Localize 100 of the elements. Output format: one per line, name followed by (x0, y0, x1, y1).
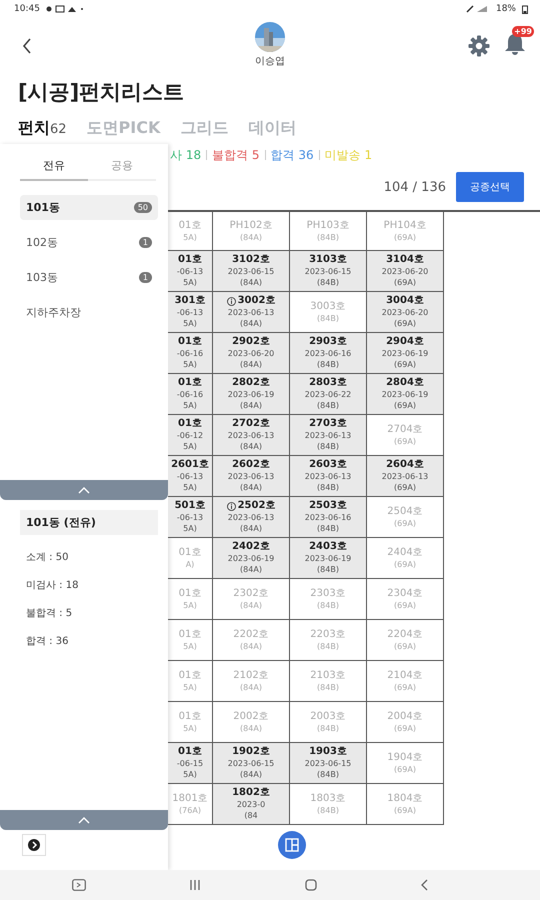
unit-number: 1801호 (172, 792, 208, 804)
unit-type: (69A) (394, 600, 416, 610)
unit-cell[interactable]: 01호 -06-16 5A) (168, 333, 213, 374)
unit-number: 2004호 (387, 710, 423, 722)
unit-number: 2702호 (232, 418, 270, 430)
unit-number: 2902호 (232, 336, 270, 348)
unit-number: 3103호 (309, 254, 347, 266)
inspection-date: 2023-06-19 (228, 553, 274, 564)
inspection-date: 2023-06-15 (304, 758, 352, 769)
recent-screen-icon[interactable] (72, 879, 86, 891)
inspection-date: 2023-06-15 (228, 758, 274, 769)
unit-cell[interactable]: 01호 -06-13 5A) (168, 251, 213, 292)
unit-cell[interactable]: 2702호 2023-06-13 (84A) (213, 415, 290, 456)
inspection-date: 2023-06-20 (382, 266, 428, 277)
unit-number: 1902호 (232, 746, 270, 758)
unit-cell[interactable]: 01호 -06-12 5A) (168, 415, 213, 456)
unit-number: 2502호 (238, 500, 276, 512)
unit-number: 3002호 (238, 295, 276, 307)
unit-cell[interactable]: 2802호 2023-06-19 (84A) (213, 374, 290, 415)
unit-type: (69A) (394, 722, 416, 734)
unit-cell[interactable]: 01호 -06-16 5A) (168, 374, 213, 415)
unit-type: (69A) (394, 277, 416, 288)
unit-type: (84B) (317, 277, 339, 288)
building-item[interactable]: 지하주차장 (20, 300, 158, 325)
unit-type: (84B) (317, 482, 339, 493)
chevron-up-icon (78, 486, 90, 494)
count-badge: 1 (138, 237, 152, 248)
unit-type: 5A) (183, 769, 197, 780)
unit-cell[interactable]: 3004호 2023-06-20 (69A) (367, 292, 444, 333)
unit-type: (69A) (394, 482, 416, 493)
unit-cell[interactable]: 2903호 2023-06-16 (84B) (290, 333, 367, 374)
unit-cell[interactable]: 2703호 2023-06-13 (84B) (290, 415, 367, 456)
unit-type: 5A) (183, 318, 197, 329)
unit-type: (84A) (240, 523, 262, 534)
unit-cell[interactable]: 1802호 2023-0 (84 (213, 784, 290, 825)
recents-icon[interactable] (189, 879, 202, 891)
unit-type: (69A) (394, 558, 416, 570)
unit-number: 2003호 (310, 710, 346, 722)
inspection-date: 2023-06-13 (304, 471, 352, 482)
unit-type: 5A) (183, 232, 197, 242)
unit-number: 2804호 (386, 377, 424, 389)
unit-number: 2904호 (386, 336, 424, 348)
unit-number: 501호 (174, 500, 206, 512)
unit-cell[interactable]: 2804호 2023-06-19 (69A) (367, 374, 444, 415)
unit-number: 01호 (178, 628, 202, 640)
inspection-date: -06-13 (176, 512, 204, 523)
building-item[interactable]: 101동 50 (20, 195, 158, 220)
unit-cell[interactable]: 2803호 2023-06-22 (84B) (290, 374, 367, 415)
unit-cell[interactable]: 1903호 2023-06-15 (84B) (290, 743, 367, 784)
unit-cell[interactable]: 2604호 2023-06-13 (69A) (367, 456, 444, 497)
unit-number: PH102호 (230, 220, 272, 232)
unit-cell[interactable]: 2502호 2023-06-13 (84A) (213, 497, 290, 538)
unit-number: 2803호 (309, 377, 347, 389)
unit-type: (84A) (240, 318, 262, 329)
inspection-date: 2023-06-13 (382, 471, 428, 482)
unit-cell[interactable]: 1902호 2023-06-15 (84A) (213, 743, 290, 784)
home-icon[interactable] (304, 879, 317, 891)
floating-action-button[interactable] (278, 831, 306, 859)
chevron-up-icon (78, 816, 90, 824)
unit-type: (76A) (179, 804, 201, 816)
unit-cell[interactable]: 3002호 2023-06-13 (84A) (213, 292, 290, 333)
unit-type: (69A) (394, 400, 416, 411)
unit-cell[interactable]: 2603호 2023-06-13 (84B) (290, 456, 367, 497)
unit-cell[interactable]: 2601호 -06-13 5A) (168, 456, 213, 497)
summary-line: 소계 : 50 (25, 551, 70, 565)
unit-number: 01호 (178, 746, 202, 758)
unit-number: 2304호 (387, 588, 423, 600)
unit-type: (84A) (240, 359, 262, 370)
expand-button[interactable] (22, 834, 46, 856)
document-icon (285, 838, 299, 852)
unit-cell[interactable]: 3103호 2023-06-15 (84B) (290, 251, 367, 292)
unit-number: 1904호 (387, 752, 423, 764)
unit-number: 2303호 (310, 588, 346, 600)
unit-cell[interactable]: 2503호 2023-06-16 (84B) (290, 497, 367, 538)
unit-type: (84B) (317, 722, 339, 734)
unit-type: 5A) (183, 441, 197, 452)
trade-select-button[interactable]: 공종선택 (456, 172, 524, 202)
building-item[interactable]: 102동 1 (20, 230, 158, 255)
unit-cell[interactable]: 2904호 2023-06-19 (69A) (367, 333, 444, 374)
building-item[interactable]: 103동 1 (20, 265, 158, 290)
unit-cell[interactable]: 2902호 2023-06-20 (84A) (213, 333, 290, 374)
unit-number: 3004호 (386, 295, 424, 307)
unit-type: (84A) (240, 564, 262, 575)
unit-number: 01호 (178, 220, 202, 232)
inspection-date: -06-13 (176, 471, 204, 482)
unit-cell[interactable]: 3104호 2023-06-20 (69A) (367, 251, 444, 292)
unit-cell[interactable]: 301호 -06-13 5A) (168, 292, 213, 333)
back-icon[interactable] (22, 38, 32, 54)
unit-cell[interactable]: 2403호 2023-06-19 (84B) (290, 538, 367, 579)
unit-cell[interactable]: 3102호 2023-06-15 (84A) (213, 251, 290, 292)
back-icon[interactable] (420, 879, 428, 891)
tab[interactable]: 펀치62 (18, 118, 67, 138)
unit-cell[interactable]: 501호 -06-13 5A) (168, 497, 213, 538)
unit-cell[interactable]: 2602호 2023-06-13 (84A) (213, 456, 290, 497)
segment-tab[interactable]: 전유 (20, 152, 88, 181)
unit-cell[interactable]: 01호 -06-15 5A) (168, 743, 213, 784)
inspection-date: -06-15 (176, 758, 204, 769)
unit-cell[interactable]: 2402호 2023-06-19 (84A) (213, 538, 290, 579)
inspection-date: 2023-06-16 (304, 348, 352, 359)
unit-number: 2103호 (310, 670, 346, 682)
